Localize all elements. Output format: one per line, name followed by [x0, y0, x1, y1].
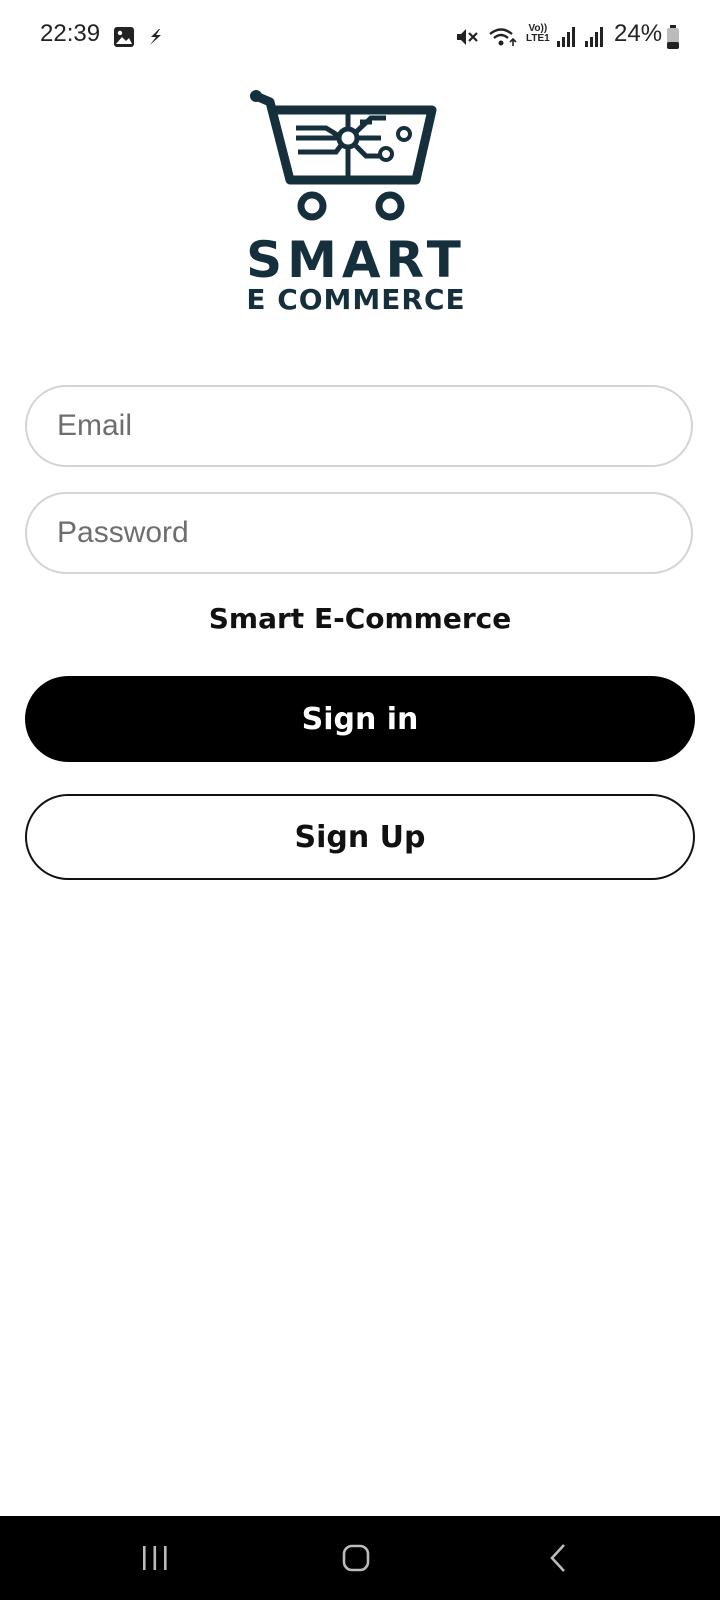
lte-label: LTE1: [526, 33, 550, 44]
flash-icon: [150, 29, 161, 45]
logo-subtitle: E COMMERCE: [246, 283, 466, 316]
wifi-icon: [489, 28, 517, 46]
sign-in-button[interactable]: Sign in: [25, 676, 695, 762]
sign-up-button[interactable]: Sign Up: [25, 794, 695, 880]
home-button[interactable]: [316, 1530, 396, 1586]
signal-icon: [557, 27, 575, 47]
battery-icon: [667, 25, 679, 49]
status-bar: 22:39 Vo)) LTE1 24%: [0, 0, 720, 76]
back-button[interactable]: [518, 1530, 598, 1586]
email-input[interactable]: [57, 387, 657, 465]
sign-up-label: Sign Up: [294, 819, 426, 855]
recent-apps-button[interactable]: [115, 1530, 195, 1586]
navigation-bar: [0, 1516, 720, 1600]
mute-icon: [457, 29, 478, 45]
logo-title: SMART: [246, 231, 466, 289]
network-type-label: Vo)) LTE1: [526, 24, 550, 44]
password-field[interactable]: [25, 492, 693, 574]
recent-apps-icon: [143, 1546, 167, 1570]
login-screen: 22:39 Vo)) LTE1 24% SMART E COMMERCE Ema…: [0, 0, 720, 1600]
brand-caption: Smart E-Commerce: [208, 602, 512, 635]
sign-in-label: Sign in: [301, 701, 419, 737]
password-input[interactable]: [57, 494, 657, 572]
status-time: 22:39: [40, 20, 101, 47]
image-icon: [114, 27, 134, 47]
home-icon: [342, 1544, 370, 1572]
battery-percent: 24%: [614, 20, 663, 47]
signal-icon: [585, 27, 603, 47]
email-field[interactable]: [25, 385, 693, 467]
back-icon: [550, 1544, 565, 1572]
